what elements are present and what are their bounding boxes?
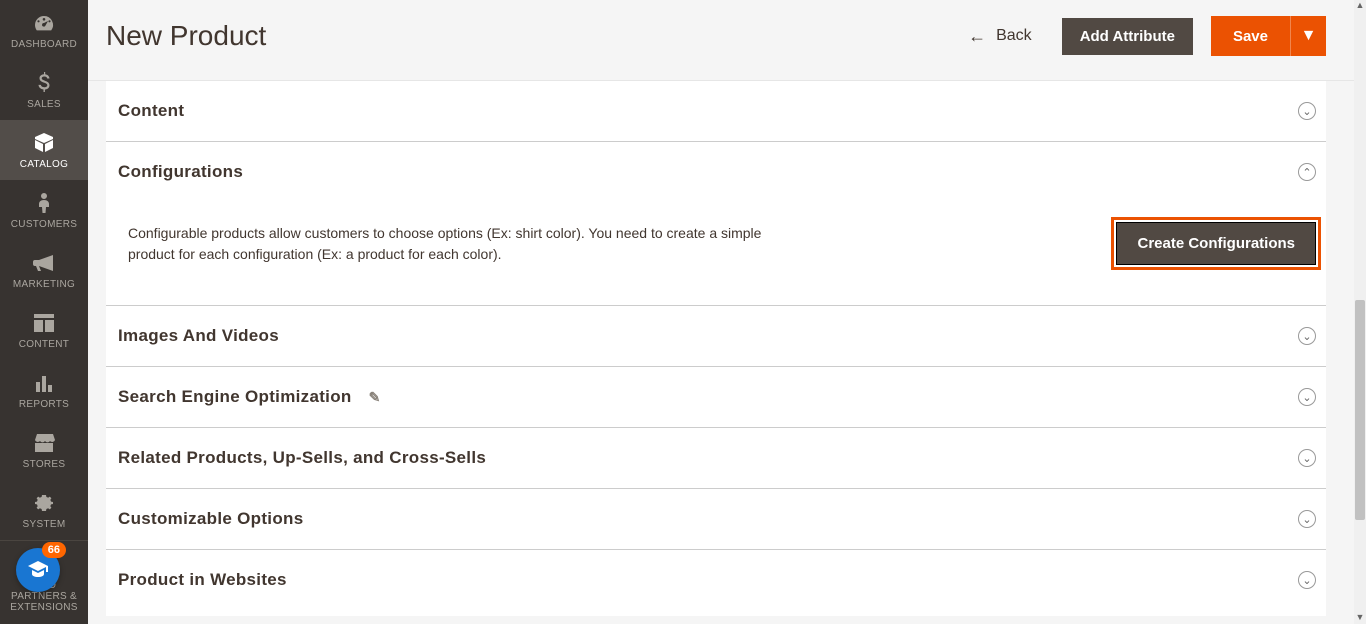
page-scrollbar[interactable]: ▲ ▼ (1354, 0, 1366, 624)
section-images-header[interactable]: Images And Videos ⌄ (106, 306, 1326, 366)
sidebar-item-label: SYSTEM (23, 519, 66, 530)
section-images: Images And Videos ⌄ (106, 306, 1326, 367)
chevron-down-icon: ⌄ (1298, 571, 1316, 589)
product-form: Content ⌄ Configurations ⌃ Configurable … (106, 81, 1326, 616)
section-websites: Product in Websites ⌄ (106, 550, 1326, 596)
bars-icon (4, 372, 84, 394)
section-title: Search Engine Optimization ✎ (118, 387, 381, 407)
chevron-down-icon: ⌄ (1298, 327, 1316, 345)
pencil-icon: ✎ (369, 389, 381, 405)
dollar-icon (4, 72, 84, 94)
main-content: New Product ← Back Add Attribute Save ▼ … (88, 0, 1354, 624)
section-title: Images And Videos (118, 326, 279, 346)
sidebar-item-marketing[interactable]: MARKETING (0, 240, 88, 300)
chevron-down-icon: ⌄ (1298, 449, 1316, 467)
sidebar-item-label: CUSTOMERS (11, 219, 77, 230)
gauge-icon (4, 12, 84, 34)
save-dropdown-toggle[interactable]: ▼ (1290, 16, 1326, 56)
sidebar-item-label: CATALOG (20, 159, 68, 170)
section-seo-header[interactable]: Search Engine Optimization ✎ ⌄ (106, 367, 1326, 427)
arrow-left-icon: ← (968, 26, 986, 47)
section-configurations: Configurations ⌃ Configurable products a… (106, 142, 1326, 306)
box-icon (4, 132, 84, 154)
save-button-group: Save ▼ (1211, 16, 1326, 56)
section-title: Related Products, Up-Sells, and Cross-Se… (118, 448, 486, 468)
megaphone-icon (4, 252, 84, 274)
sidebar-item-label: SALES (27, 99, 61, 110)
gear-icon (4, 492, 84, 514)
section-content: Content ⌄ (106, 81, 1326, 142)
section-configurations-header[interactable]: Configurations ⌃ (106, 142, 1326, 202)
storefront-icon (4, 432, 84, 454)
graduation-cap-icon (27, 559, 49, 581)
add-attribute-button[interactable]: Add Attribute (1062, 18, 1193, 55)
page-header: New Product ← Back Add Attribute Save ▼ (88, 0, 1354, 81)
section-related-header[interactable]: Related Products, Up-Sells, and Cross-Se… (106, 428, 1326, 488)
layout-icon (4, 312, 84, 334)
section-title: Customizable Options (118, 509, 303, 529)
section-customizable-header[interactable]: Customizable Options ⌄ (106, 489, 1326, 549)
chevron-down-icon: ⌄ (1298, 510, 1316, 528)
caret-down-icon: ▼ (1301, 27, 1317, 45)
scroll-up-icon: ▲ (1354, 0, 1366, 12)
sidebar-item-label: DASHBOARD (11, 39, 77, 50)
sidebar-item-stores[interactable]: STORES (0, 420, 88, 480)
section-customizable: Customizable Options ⌄ (106, 489, 1326, 550)
section-title-text: Search Engine Optimization (118, 387, 352, 406)
save-button[interactable]: Save (1211, 16, 1290, 56)
admin-sidebar: DASHBOARD SALES CATALOG CUSTOMERS MARKET… (0, 0, 88, 624)
chevron-down-icon: ⌄ (1298, 102, 1316, 120)
chevron-up-icon: ⌃ (1298, 163, 1316, 181)
sidebar-item-label: CONTENT (19, 339, 69, 350)
sidebar-item-reports[interactable]: REPORTS (0, 360, 88, 420)
sidebar-item-content[interactable]: CONTENT (0, 300, 88, 360)
sidebar-item-system[interactable]: SYSTEM (0, 480, 88, 540)
scrollbar-thumb[interactable] (1355, 300, 1365, 520)
page-title: New Product (106, 20, 266, 52)
back-button[interactable]: ← Back (968, 26, 1032, 47)
person-icon (4, 192, 84, 214)
sidebar-item-catalog[interactable]: CATALOG (0, 120, 88, 180)
chevron-down-icon: ⌄ (1298, 388, 1316, 406)
sidebar-item-sales[interactable]: SALES (0, 60, 88, 120)
section-title: Content (118, 101, 184, 121)
sidebar-item-label: STORES (23, 459, 66, 470)
sidebar-item-dashboard[interactable]: DASHBOARD (0, 0, 88, 60)
section-websites-header[interactable]: Product in Websites ⌄ (106, 550, 1326, 596)
help-bubble[interactable]: 66 (16, 548, 60, 592)
scroll-down-icon: ▼ (1354, 612, 1366, 624)
sidebar-item-label: REPORTS (19, 399, 69, 410)
section-title: Product in Websites (118, 570, 287, 590)
back-label: Back (996, 27, 1032, 45)
create-configurations-button[interactable]: Create Configurations (1116, 222, 1316, 265)
configurations-description: Configurable products allow customers to… (128, 223, 808, 264)
sidebar-item-customers[interactable]: CUSTOMERS (0, 180, 88, 240)
section-seo: Search Engine Optimization ✎ ⌄ (106, 367, 1326, 428)
header-actions: ← Back Add Attribute Save ▼ (968, 16, 1326, 56)
section-title: Configurations (118, 162, 243, 182)
sidebar-item-label: MARKETING (13, 279, 75, 290)
configurations-body: Configurable products allow customers to… (106, 202, 1326, 305)
section-content-header[interactable]: Content ⌄ (106, 81, 1326, 141)
section-related: Related Products, Up-Sells, and Cross-Se… (106, 428, 1326, 489)
help-badge-count: 66 (42, 542, 66, 558)
